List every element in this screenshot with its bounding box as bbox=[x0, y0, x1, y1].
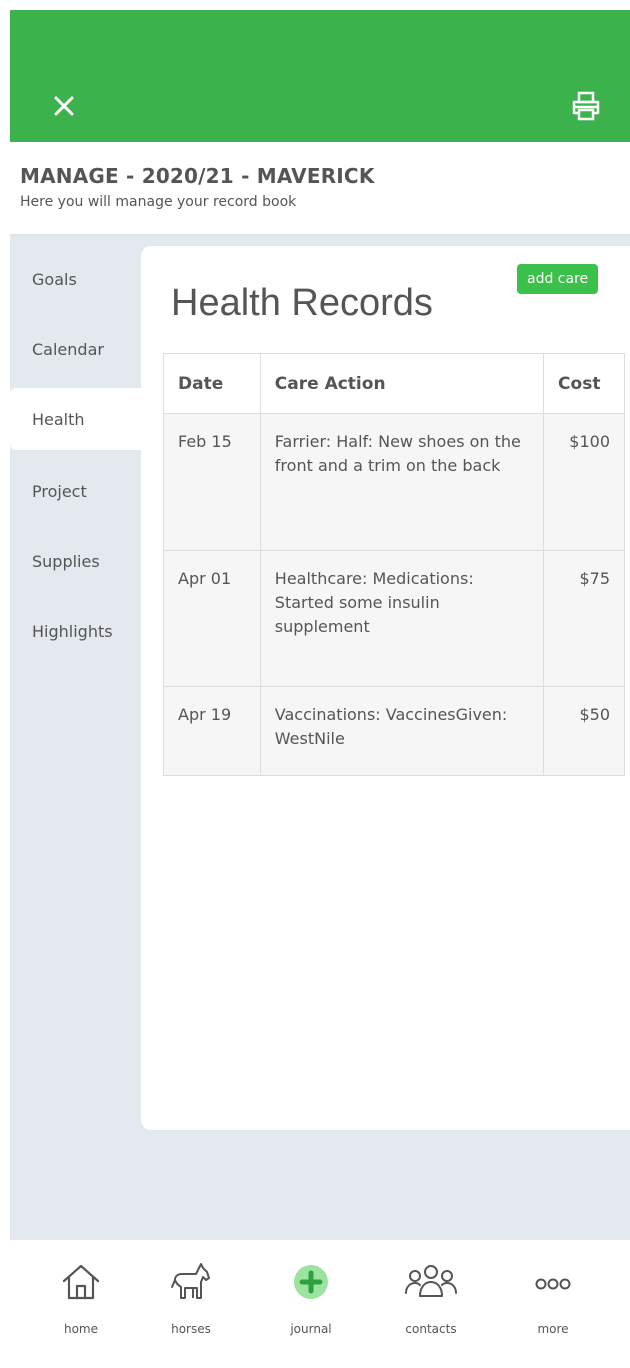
cell-date: Apr 01 bbox=[163, 550, 261, 687]
cell-care-action: Healthcare: Medications: Started some in… bbox=[259, 550, 545, 687]
table-row[interactable]: Apr 01 Healthcare: Medications: Started … bbox=[163, 550, 625, 687]
sidebar-item-label: Health bbox=[32, 409, 85, 429]
tab-label: horses bbox=[171, 1322, 211, 1336]
tab-horses[interactable]: horses bbox=[136, 1240, 246, 1368]
column-header-date[interactable]: Date bbox=[163, 353, 261, 414]
table-header-row: Date Care Action Cost bbox=[163, 353, 625, 414]
home-icon bbox=[62, 1264, 100, 1300]
sidebar-item-label: Goals bbox=[32, 269, 77, 289]
print-icon bbox=[572, 91, 600, 121]
people-icon bbox=[405, 1265, 457, 1297]
sidebar-item-highlights[interactable]: Highlights bbox=[10, 600, 140, 662]
table-row[interactable]: Feb 15 Farrier: Half: New shoes on the f… bbox=[163, 413, 625, 551]
health-records-panel: Health Records add care Date Care Action… bbox=[141, 246, 630, 1130]
tab-more[interactable]: more bbox=[498, 1240, 608, 1368]
sidebar-item-health[interactable]: Health bbox=[10, 388, 142, 450]
horse-icon bbox=[171, 1263, 210, 1299]
sidebar-item-project[interactable]: Project bbox=[10, 460, 140, 522]
sidebar-item-goals[interactable]: Goals bbox=[10, 248, 140, 310]
table-row[interactable]: Apr 19 Vaccinations: VaccinesGiven: West… bbox=[163, 686, 625, 776]
sidebar-item-calendar[interactable]: Calendar bbox=[10, 318, 140, 380]
close-button[interactable] bbox=[50, 92, 78, 120]
cell-cost: $50 bbox=[543, 686, 625, 776]
sidebar-item-label: Project bbox=[32, 481, 87, 501]
tab-label: contacts bbox=[405, 1322, 457, 1336]
plus-circle-icon bbox=[294, 1265, 328, 1299]
sidebar-item-label: Supplies bbox=[32, 551, 100, 571]
top-bar bbox=[10, 10, 630, 142]
add-care-button[interactable]: add care bbox=[517, 264, 599, 294]
cell-care-action: Vaccinations: VaccinesGiven: WestNile bbox=[259, 686, 545, 776]
tab-journal[interactable]: journal bbox=[256, 1240, 366, 1368]
tab-label: more bbox=[537, 1322, 569, 1336]
tab-contacts[interactable]: contacts bbox=[376, 1240, 486, 1368]
cell-cost: $75 bbox=[543, 550, 625, 687]
bottom-tab-bar: home horses journal contacts more bbox=[10, 1240, 630, 1368]
section-title: Health Records bbox=[171, 282, 433, 324]
sidebar-item-label: Calendar bbox=[32, 339, 104, 359]
cell-date: Apr 19 bbox=[163, 686, 261, 776]
manage-header: MANAGE - 2020/21 - MAVERICK Here you wil… bbox=[10, 142, 630, 236]
tab-label: home bbox=[63, 1322, 99, 1336]
sidebar-item-label: Highlights bbox=[32, 621, 113, 641]
column-header-cost[interactable]: Cost bbox=[543, 353, 625, 414]
cell-date: Feb 15 bbox=[163, 413, 261, 551]
content-area: Goals Calendar Health Project Supplies H… bbox=[10, 236, 630, 1240]
more-icon bbox=[535, 1278, 571, 1290]
health-records-table: Date Care Action Cost Feb 15 Farrier: Ha… bbox=[163, 353, 625, 776]
close-icon bbox=[54, 96, 74, 116]
tab-home[interactable]: home bbox=[26, 1240, 136, 1368]
side-nav: Goals Calendar Health Project Supplies H… bbox=[10, 236, 142, 1240]
sidebar-item-supplies[interactable]: Supplies bbox=[10, 530, 140, 592]
tab-label: journal bbox=[290, 1322, 332, 1336]
print-button[interactable] bbox=[568, 88, 604, 124]
cell-care-action: Farrier: Half: New shoes on the front an… bbox=[259, 413, 545, 551]
app-frame: MANAGE - 2020/21 - MAVERICK Here you wil… bbox=[10, 10, 630, 1368]
column-header-care-action[interactable]: Care Action bbox=[259, 353, 545, 414]
cell-cost: $100 bbox=[543, 413, 625, 551]
page-title: MANAGE - 2020/21 - MAVERICK bbox=[20, 164, 375, 188]
page-subtitle: Here you will manage your record book bbox=[20, 194, 297, 210]
